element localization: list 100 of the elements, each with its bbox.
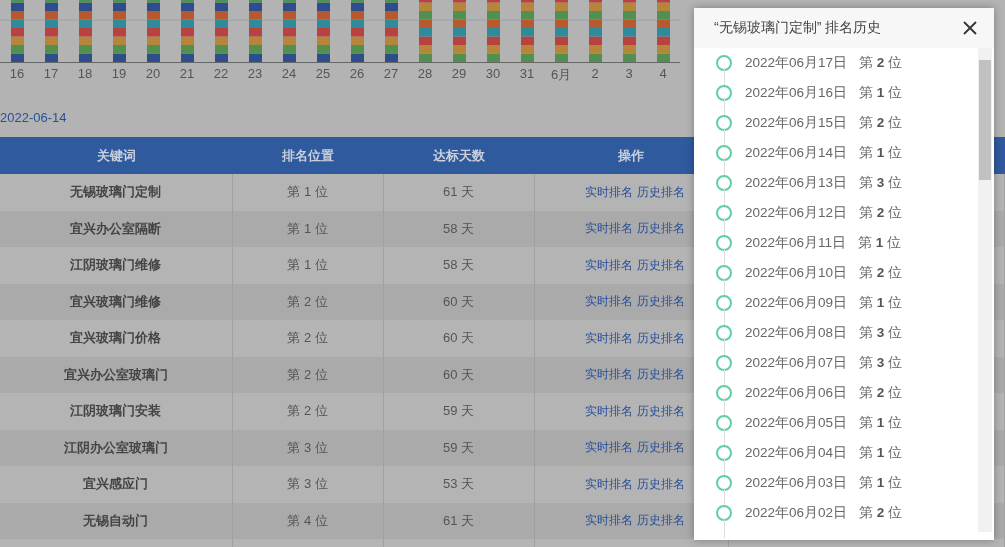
- timeline-dot: [716, 295, 732, 311]
- action-link[interactable]: 实时排名: [584, 439, 633, 457]
- timeline-dot: [716, 355, 732, 371]
- history-date: 2022年06月14日: [745, 144, 848, 162]
- action-link[interactable]: 实时排名: [584, 256, 633, 274]
- history-date: 2022年06月13日: [745, 174, 848, 192]
- axis-label: 31: [518, 65, 536, 83]
- action-link[interactable]: 实时排名: [584, 293, 633, 311]
- action-link[interactable]: 实时排名: [584, 512, 633, 530]
- timeline-dot: [716, 505, 732, 521]
- action-link[interactable]: 实时排名: [584, 183, 633, 201]
- keyword-cell: 宜兴感应门: [83, 476, 149, 492]
- keyword-cell: 宜兴玻璃门维修: [70, 293, 162, 309]
- history-rank: 第 2 位: [859, 114, 903, 132]
- axis-label: 21: [178, 65, 196, 83]
- action-link[interactable]: 历史排名: [636, 439, 685, 457]
- action-link[interactable]: 实时排名: [584, 366, 633, 384]
- rank-cell: 第 4 位: [287, 512, 328, 528]
- rank-cell: 第 2 位: [287, 293, 328, 309]
- history-rank: 第 3 位: [859, 354, 903, 372]
- action-link[interactable]: 历史排名: [636, 220, 685, 238]
- days-cell: 59 天: [442, 403, 475, 419]
- axis-label: 6月: [549, 66, 573, 84]
- axis-label: 20: [144, 65, 162, 83]
- history-rank: 第 1 位: [859, 294, 903, 312]
- days-cell: 58 天: [442, 257, 475, 273]
- axis-label: 19: [110, 65, 128, 83]
- action-link[interactable]: 历史排名: [636, 293, 685, 311]
- history-date: 2022年06月11日: [745, 234, 847, 252]
- history-rank: 第 1 位: [859, 444, 903, 462]
- rank-cell: 第 2 位: [287, 403, 328, 419]
- column-header: 操作: [618, 147, 644, 163]
- action-link[interactable]: 历史排名: [636, 475, 685, 493]
- keyword-cell: 宜兴玻璃门价格: [70, 330, 162, 346]
- history-date: 2022年06月16日: [745, 84, 848, 102]
- history-rank: 第 2 位: [859, 384, 903, 402]
- column-header: 排名位置: [281, 147, 334, 163]
- history-rank: 第 2 位: [859, 504, 903, 522]
- history-date: 2022年06月05日: [745, 414, 848, 432]
- action-link[interactable]: 历史排名: [636, 366, 685, 384]
- axis-label: 4: [658, 65, 668, 83]
- rank-cell: 第 1 位: [287, 257, 328, 273]
- action-link[interactable]: 历史排名: [636, 183, 685, 201]
- date-link[interactable]: 2022-06-14: [0, 110, 67, 125]
- action-link[interactable]: 实时排名: [584, 220, 633, 238]
- timeline-dot: [716, 145, 732, 161]
- rank-cell: 第 2 位: [287, 330, 328, 346]
- history-rank: 第 1 位: [859, 144, 903, 162]
- history-date: 2022年06月07日: [745, 354, 848, 372]
- timeline-dot: [716, 235, 732, 251]
- timeline-dot: [716, 445, 732, 461]
- history-date: 2022年06月09日: [745, 294, 848, 312]
- history-rank: 第 2 位: [859, 204, 903, 222]
- days-cell: 59 天: [442, 439, 475, 455]
- axis-label: 18: [76, 65, 94, 83]
- close-icon[interactable]: [962, 20, 978, 36]
- days-cell: 58 天: [442, 220, 475, 236]
- rank-cell: 第 1 位: [287, 184, 328, 200]
- keyword-cell: 江阴办公室玻璃门: [63, 439, 168, 455]
- rank-cell: 第 3 位: [287, 476, 328, 492]
- timeline-dot: [716, 205, 732, 221]
- history-rank: 第 2 位: [859, 54, 903, 72]
- days-cell: 60 天: [442, 366, 475, 382]
- history-date: 2022年06月12日: [745, 204, 848, 222]
- axis-label: 2: [590, 65, 600, 83]
- action-link[interactable]: 实时排名: [584, 402, 633, 420]
- keyword-cell: 无锡玻璃门定制: [70, 184, 162, 200]
- action-link[interactable]: 历史排名: [636, 256, 685, 274]
- history-rank: 第 2 位: [859, 264, 903, 282]
- timeline-dot: [716, 385, 732, 401]
- history-rank: 第 3 位: [859, 324, 903, 342]
- axis-label: 29: [450, 65, 468, 83]
- axis-label: 25: [314, 65, 332, 83]
- axis-label: 22: [212, 65, 230, 83]
- history-date: 2022年06月15日: [745, 114, 848, 132]
- axis-label: 16: [8, 65, 26, 83]
- history-date: 2022年06月17日: [745, 54, 848, 72]
- action-link[interactable]: 实时排名: [584, 329, 633, 347]
- scrollbar[interactable]: [978, 48, 992, 532]
- action-link[interactable]: 历史排名: [636, 329, 685, 347]
- keyword-cell: 无锡自动门: [83, 512, 149, 528]
- days-cell: 60 天: [442, 293, 475, 309]
- history-date: 2022年06月03日: [745, 474, 848, 492]
- history-date: 2022年06月08日: [745, 324, 848, 342]
- column-header: 达标天数: [432, 147, 485, 163]
- action-link[interactable]: 实时排名: [584, 475, 633, 493]
- timeline-dot: [716, 325, 732, 341]
- rank-cell: 第 1 位: [287, 220, 328, 236]
- action-link[interactable]: 历史排名: [636, 512, 685, 530]
- timeline-dot: [716, 175, 732, 191]
- history-rank: 第 3 位: [859, 174, 903, 192]
- axis-label: 24: [280, 65, 298, 83]
- axis-label: 17: [42, 65, 60, 83]
- axis-label: 3: [624, 65, 634, 83]
- history-date: 2022年06月02日: [745, 504, 848, 522]
- axis-label: 26: [348, 65, 366, 83]
- axis-label: 28: [416, 65, 434, 83]
- column-header: 关键词: [96, 147, 136, 163]
- action-link[interactable]: 历史排名: [636, 402, 685, 420]
- timeline-dot: [716, 415, 732, 431]
